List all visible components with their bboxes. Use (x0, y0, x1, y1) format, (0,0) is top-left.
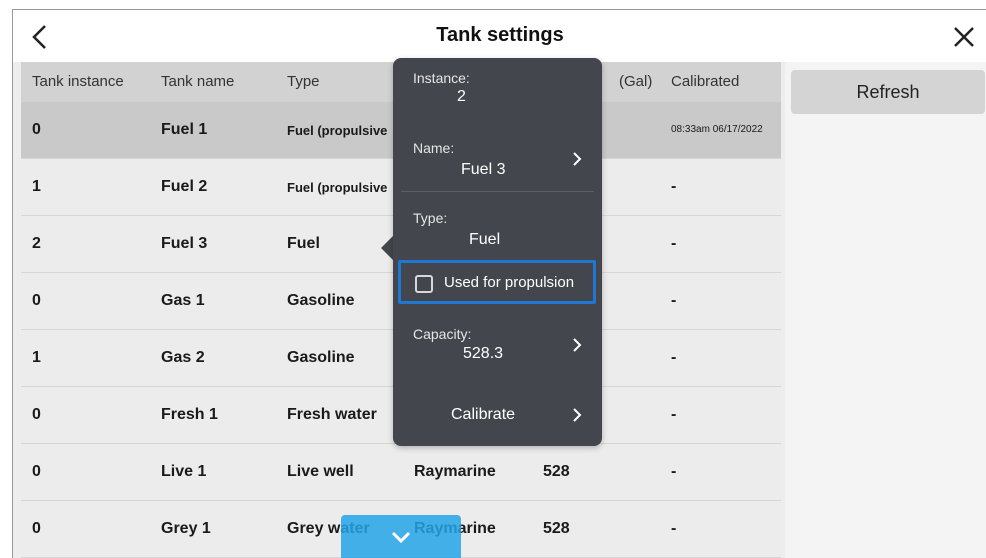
cell-instance: 0 (32, 463, 41, 480)
cell-type: Fuel (propulsive (287, 180, 388, 195)
cell-name: Fuel 1 (161, 121, 208, 138)
cell-calibrated: - (671, 349, 677, 366)
capacity-field[interactable]: Capacity: 528.3 (393, 316, 602, 378)
instance-field: Instance: 2 (393, 58, 602, 120)
cell-name: Fresh 1 (161, 406, 218, 423)
cell-calibrated: - (671, 235, 677, 252)
capacity-label: Capacity: (413, 326, 472, 342)
cell-type: Live well (287, 463, 354, 480)
table-row[interactable]: 0 Live 1 Live well Raymarine 528 - (21, 444, 781, 501)
capacity-value: 528.3 (463, 345, 504, 362)
cell-instance: 0 (32, 292, 41, 309)
cell-name: Fuel 3 (161, 235, 208, 252)
cell-name: Live 1 (161, 463, 207, 480)
type-field: Type: Fuel (393, 198, 602, 256)
chevron-down-icon (391, 531, 411, 544)
column-header-calibrated: Calibrated (671, 73, 740, 90)
propulsion-checkbox[interactable] (415, 275, 433, 293)
cell-instance: 1 (32, 349, 41, 366)
divider (401, 191, 594, 192)
cell-name: Gas 1 (161, 292, 205, 309)
title-bar: Tank settings (13, 10, 986, 62)
cell-name: Grey 1 (161, 520, 211, 537)
page-title: Tank settings (436, 24, 564, 46)
propulsion-label: Used for propulsion (444, 274, 575, 291)
cell-type: Fuel (287, 235, 320, 252)
close-button[interactable] (947, 20, 981, 54)
cell-type: Fresh water (287, 406, 377, 423)
chevron-right-icon (573, 152, 582, 166)
refresh-button[interactable]: Refresh (791, 70, 985, 114)
name-value: Fuel 3 (461, 161, 506, 178)
cell-calibrated: - (671, 463, 677, 480)
chevron-right-icon (573, 408, 582, 422)
calibrate-button[interactable]: Calibrate (393, 388, 602, 440)
tank-edit-popover: Instance: 2 Name: Fuel 3 Type: Fuel Used… (393, 58, 602, 446)
type-label: Type: (413, 210, 448, 226)
cell-type: Gasoline (287, 349, 355, 366)
cell-calibrated: 08:33am 06/17/2022 (671, 124, 763, 135)
cell-type: Gasoline (287, 292, 355, 309)
cell-calibrated: - (671, 520, 677, 537)
cell-instance: 0 (32, 121, 41, 138)
column-header-name: Tank name (161, 73, 235, 90)
cell-instance: 2 (32, 235, 41, 252)
chevron-right-icon (573, 338, 582, 352)
name-field[interactable]: Name: Fuel 3 (393, 128, 602, 188)
cell-capacity: 528 (543, 463, 570, 480)
cell-instance: 0 (32, 406, 41, 423)
column-header-capacity: (Gal) (619, 73, 653, 90)
cell-manufacturer: Raymarine (414, 463, 496, 480)
scroll-down-button[interactable] (341, 515, 461, 558)
cell-name: Fuel 2 (161, 178, 208, 195)
column-header-instance: Tank instance (32, 73, 124, 90)
close-icon (954, 27, 974, 47)
cell-name: Gas 2 (161, 349, 205, 366)
name-label: Name: (413, 140, 455, 156)
cell-instance: 0 (32, 520, 41, 537)
popover-pointer (381, 236, 393, 260)
instance-value: 2 (457, 88, 466, 105)
column-header-type: Type (287, 73, 320, 90)
cell-instance: 1 (32, 178, 41, 195)
cell-capacity: 528 (543, 520, 570, 537)
cell-calibrated: - (671, 178, 677, 195)
cell-type: Fuel (propulsive (287, 123, 388, 138)
propulsion-toggle[interactable]: Used for propulsion (398, 260, 596, 304)
cell-calibrated: - (671, 406, 677, 423)
calibrate-label: Calibrate (451, 406, 516, 423)
instance-label: Instance: (413, 70, 470, 86)
actions-panel: Refresh (785, 62, 986, 558)
cell-calibrated: - (671, 292, 677, 309)
type-value: Fuel (469, 231, 501, 248)
